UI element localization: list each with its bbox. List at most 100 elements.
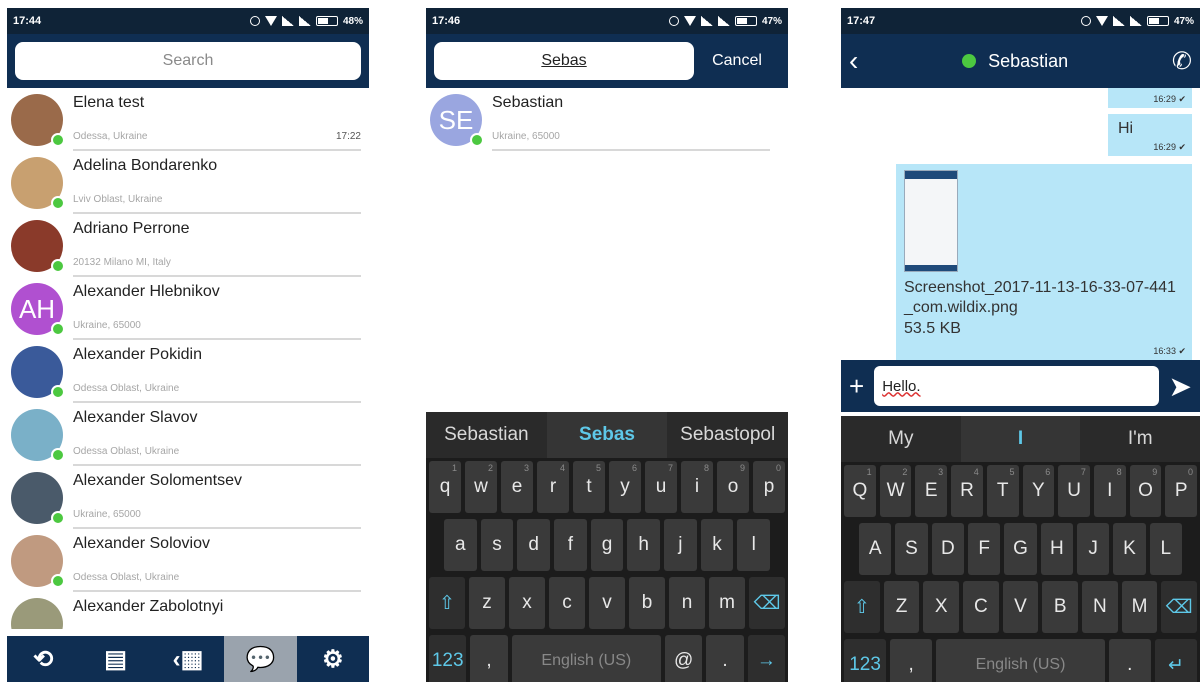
key-v[interactable]: v xyxy=(589,577,625,629)
key-g[interactable]: g xyxy=(590,519,624,571)
key-e[interactable]: e3 xyxy=(501,461,533,513)
key-z[interactable]: z xyxy=(469,577,505,629)
comma-key[interactable]: , xyxy=(890,639,933,682)
key-d[interactable]: D xyxy=(931,523,964,575)
send-icon[interactable]: ➤ xyxy=(1169,370,1192,403)
key-y[interactable]: Y6 xyxy=(1022,465,1055,517)
contact-list-item[interactable]: Alexander Slavov Odessa Oblast, Ukraine xyxy=(7,403,369,466)
key-l[interactable]: L xyxy=(1149,523,1182,575)
contact-list-item[interactable]: Alexander Pokidin Odessa Oblast, Ukraine xyxy=(7,340,369,403)
contact-list-item[interactable]: Adriano Perrone 20132 Milano MI, Italy xyxy=(7,214,369,277)
suggestion-item[interactable]: I'm xyxy=(1080,416,1200,462)
contact-list-item[interactable]: Alexander Zabolotnyi xyxy=(7,592,369,629)
numbers-key[interactable]: 123 xyxy=(429,635,467,682)
key-t[interactable]: t5 xyxy=(573,461,605,513)
search-result-item[interactable]: SE Sebastian Ukraine, 65000 xyxy=(426,88,788,151)
tab-chat[interactable]: 💬 xyxy=(224,636,297,682)
tab-phonebook[interactable]: ▤ xyxy=(79,636,151,682)
key-r[interactable]: r4 xyxy=(537,461,569,513)
shift-key[interactable]: ⇧ xyxy=(429,577,465,629)
file-thumbnail[interactable] xyxy=(904,170,958,272)
enter-key[interactable]: ↵ xyxy=(1154,639,1197,682)
key-m[interactable]: m xyxy=(709,577,745,629)
key-x[interactable]: x xyxy=(509,577,545,629)
key-d[interactable]: d xyxy=(517,519,550,571)
key-h[interactable]: H xyxy=(1040,523,1073,575)
key-g[interactable]: G xyxy=(1004,523,1037,575)
key-c[interactable]: C xyxy=(963,581,999,633)
key-y[interactable]: y6 xyxy=(609,461,641,513)
key-o[interactable]: O9 xyxy=(1129,465,1162,517)
key-r[interactable]: R4 xyxy=(951,465,983,517)
key-i[interactable]: I8 xyxy=(1093,465,1126,517)
suggestion-item[interactable]: Sebastian xyxy=(426,412,547,458)
key-m[interactable]: M xyxy=(1121,581,1158,633)
key-b[interactable]: b xyxy=(629,577,665,629)
contact-list-item[interactable]: Alexander Solomentsev Ukraine, 65000 xyxy=(7,466,369,529)
shift-key[interactable]: ⇧ xyxy=(843,581,880,633)
suggestion-item[interactable]: Sebas xyxy=(546,412,668,458)
suggestion-item[interactable]: My xyxy=(841,416,961,462)
suggestion-item[interactable]: I xyxy=(960,416,1081,462)
key-z[interactable]: Z xyxy=(883,581,920,633)
key-q[interactable]: Q1 xyxy=(843,465,876,517)
tab-history[interactable]: ⟲ xyxy=(7,636,79,682)
search-input[interactable]: Search xyxy=(15,42,361,80)
key-f[interactable]: f xyxy=(554,519,587,571)
period-key[interactable]: . xyxy=(1108,639,1151,682)
key-j[interactable]: j xyxy=(664,519,697,571)
key-f[interactable]: F xyxy=(968,523,1001,575)
attach-icon[interactable]: + xyxy=(849,371,864,402)
space-key[interactable]: English (US) xyxy=(511,635,661,682)
period-key[interactable]: . xyxy=(706,635,744,682)
suggestion-item[interactable]: Sebastopol xyxy=(667,412,788,458)
call-icon[interactable]: ✆ xyxy=(1172,47,1192,76)
enter-key[interactable]: → xyxy=(747,635,785,682)
backspace-key[interactable]: ⌫ xyxy=(749,577,785,629)
message-input[interactable]: Hello. xyxy=(874,366,1159,406)
key-j[interactable]: J xyxy=(1076,523,1110,575)
key-a[interactable]: A xyxy=(859,523,892,575)
key-t[interactable]: T5 xyxy=(986,465,1019,517)
key-x[interactable]: X xyxy=(923,581,959,633)
key-h[interactable]: h xyxy=(627,519,661,571)
key-k[interactable]: k xyxy=(700,519,734,571)
key-q[interactable]: q1 xyxy=(429,461,461,513)
key-l[interactable]: l xyxy=(737,519,771,571)
numbers-key[interactable]: 123 xyxy=(844,639,887,682)
key-o[interactable]: o9 xyxy=(717,461,749,513)
search-input[interactable]: Sebas xyxy=(434,42,694,80)
key-i[interactable]: i8 xyxy=(681,461,713,513)
file-message-bubble[interactable]: Screenshot_2017-11-13-16-33-07-441_com.w… xyxy=(896,164,1192,360)
key-s[interactable]: S xyxy=(895,523,928,575)
key-w[interactable]: w2 xyxy=(465,461,497,513)
key-n[interactable]: n xyxy=(669,577,705,629)
message-bubble[interactable]: 16:29 ✔ xyxy=(1108,88,1192,108)
contact-list-item[interactable]: Elena test Odessa, Ukraine 17:22 xyxy=(7,88,369,151)
space-key[interactable]: English (US) xyxy=(936,639,1105,682)
key-c[interactable]: c xyxy=(549,577,585,629)
backspace-key[interactable]: ⌫ xyxy=(1161,581,1198,633)
message-bubble[interactable]: Hi 16:29 ✔ xyxy=(1108,114,1192,156)
tab-dialpad[interactable]: ‹▦ xyxy=(152,636,224,682)
contact-list-item[interactable]: Alexander Soloviov Odessa Oblast, Ukraine xyxy=(7,529,369,592)
key-n[interactable]: N xyxy=(1082,581,1118,633)
comma-key[interactable]: , xyxy=(470,635,508,682)
at-key[interactable]: @ xyxy=(665,635,703,682)
key-u[interactable]: U7 xyxy=(1058,465,1090,517)
key-v[interactable]: V xyxy=(1002,581,1039,633)
cancel-button[interactable]: Cancel xyxy=(694,52,780,70)
key-a[interactable]: a xyxy=(443,519,477,571)
contact-list-item[interactable]: Adelina Bondarenko Lviv Oblast, Ukraine xyxy=(7,151,369,214)
key-w[interactable]: W2 xyxy=(879,465,912,517)
key-p[interactable]: p0 xyxy=(753,461,785,513)
contact-list-item[interactable]: AH Alexander Hlebnikov Ukraine, 65000 xyxy=(7,277,369,340)
key-b[interactable]: B xyxy=(1042,581,1079,633)
key-u[interactable]: u7 xyxy=(645,461,677,513)
back-icon[interactable]: ‹ xyxy=(849,45,858,77)
key-k[interactable]: K xyxy=(1113,523,1146,575)
tab-settings[interactable]: ⚙ xyxy=(297,636,369,682)
key-e[interactable]: E3 xyxy=(915,465,948,517)
key-p[interactable]: P0 xyxy=(1165,465,1198,517)
key-s[interactable]: s xyxy=(480,519,514,571)
